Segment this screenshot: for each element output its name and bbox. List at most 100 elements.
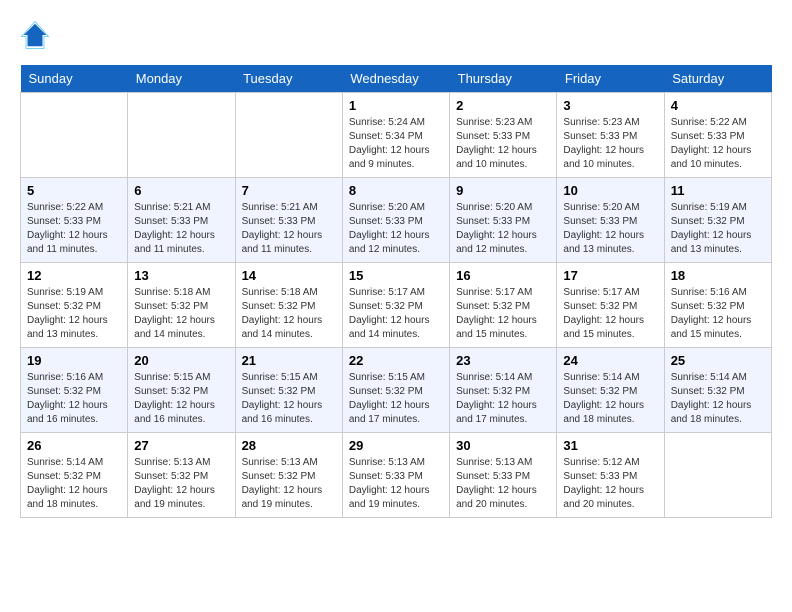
calendar-cell: 7 Sunrise: 5:21 AM Sunset: 5:33 PM Daylig… xyxy=(235,178,342,263)
calendar-cell: 5 Sunrise: 5:22 AM Sunset: 5:33 PM Daylig… xyxy=(21,178,128,263)
calendar-cell: 1 Sunrise: 5:24 AM Sunset: 5:34 PM Daylig… xyxy=(342,93,449,178)
day-number: 11 xyxy=(671,183,765,198)
day-info: Sunrise: 5:13 AM Sunset: 5:32 PM Dayligh… xyxy=(134,456,228,512)
day-number: 5 xyxy=(27,183,121,198)
day-number: 9 xyxy=(456,183,550,198)
calendar-cell: 13 Sunrise: 5:18 AM Sunset: 5:32 PM Dayli… xyxy=(128,263,235,348)
calendar-cell: 23Sunrise: 5:14 AM Sunset: 5:32 PM Dayli… xyxy=(450,348,557,433)
calendar-week-row: 1 Sunrise: 5:24 AM Sunset: 5:34 PM Daylig… xyxy=(21,93,772,178)
day-info: Sunrise: 5:18 AM Sunset: 5:32 PM Dayligh… xyxy=(242,286,336,342)
calendar-header-row: SundayMondayTuesdayWednesdayThursdayFrid… xyxy=(21,65,772,93)
calendar-cell xyxy=(235,93,342,178)
day-number: 7 xyxy=(242,183,336,198)
calendar-cell: 28 Sunrise: 5:13 AM Sunset: 5:32 PM Dayli… xyxy=(235,433,342,518)
day-info: Sunrise: 5:18 AM Sunset: 5:32 PM Dayligh… xyxy=(134,286,228,342)
day-info: Sunrise: 5:13 AM Sunset: 5:32 PM Dayligh… xyxy=(242,456,336,512)
calendar-cell: 31 Sunrise: 5:12 AM Sunset: 5:33 PM Dayli… xyxy=(557,433,664,518)
day-number: 15 xyxy=(349,268,443,283)
day-of-week-header: Wednesday xyxy=(342,65,449,93)
day-number: 20 xyxy=(134,353,228,368)
calendar-cell: 16Sunrise: 5:17 AM Sunset: 5:32 PM Dayli… xyxy=(450,263,557,348)
calendar-cell: 10Sunrise: 5:20 AM Sunset: 5:33 PM Dayli… xyxy=(557,178,664,263)
day-info: Sunrise: 5:20 AM Sunset: 5:33 PM Dayligh… xyxy=(456,201,550,257)
calendar-cell: 25 Sunrise: 5:14 AM Sunset: 5:32 PM Dayli… xyxy=(664,348,771,433)
day-number: 28 xyxy=(242,438,336,453)
day-number: 4 xyxy=(671,98,765,113)
day-of-week-header: Sunday xyxy=(21,65,128,93)
calendar-cell: 21 Sunrise: 5:15 AM Sunset: 5:32 PM Dayli… xyxy=(235,348,342,433)
day-number: 10 xyxy=(563,183,657,198)
day-info: Sunrise: 5:21 AM Sunset: 5:33 PM Dayligh… xyxy=(242,201,336,257)
calendar-cell: 4 Sunrise: 5:22 AM Sunset: 5:33 PM Daylig… xyxy=(664,93,771,178)
day-info: Sunrise: 5:16 AM Sunset: 5:32 PM Dayligh… xyxy=(27,371,121,427)
day-of-week-header: Tuesday xyxy=(235,65,342,93)
day-number: 6 xyxy=(134,183,228,198)
calendar-cell: 9 Sunrise: 5:20 AM Sunset: 5:33 PM Daylig… xyxy=(450,178,557,263)
day-info: Sunrise: 5:17 AM Sunset: 5:32 PM Dayligh… xyxy=(563,286,657,342)
logo xyxy=(20,20,54,50)
calendar-cell: 6 Sunrise: 5:21 AM Sunset: 5:33 PM Daylig… xyxy=(128,178,235,263)
calendar-week-row: 5 Sunrise: 5:22 AM Sunset: 5:33 PM Daylig… xyxy=(21,178,772,263)
day-info: Sunrise: 5:19 AM Sunset: 5:32 PM Dayligh… xyxy=(27,286,121,342)
calendar-cell: 26 Sunrise: 5:14 AM Sunset: 5:32 PM Dayli… xyxy=(21,433,128,518)
calendar-cell: 11 Sunrise: 5:19 AM Sunset: 5:32 PM Dayli… xyxy=(664,178,771,263)
page-header xyxy=(20,20,772,50)
day-info: Sunrise: 5:21 AM Sunset: 5:33 PM Dayligh… xyxy=(134,201,228,257)
day-of-week-header: Monday xyxy=(128,65,235,93)
calendar-cell: 22Sunrise: 5:15 AM Sunset: 5:32 PM Dayli… xyxy=(342,348,449,433)
calendar-cell: 8Sunrise: 5:20 AM Sunset: 5:33 PM Daylig… xyxy=(342,178,449,263)
logo-icon xyxy=(20,20,50,50)
day-info: Sunrise: 5:23 AM Sunset: 5:33 PM Dayligh… xyxy=(456,116,550,172)
day-info: Sunrise: 5:19 AM Sunset: 5:32 PM Dayligh… xyxy=(671,201,765,257)
calendar-cell: 19 Sunrise: 5:16 AM Sunset: 5:32 PM Dayli… xyxy=(21,348,128,433)
calendar-cell: 29 Sunrise: 5:13 AM Sunset: 5:33 PM Dayli… xyxy=(342,433,449,518)
day-number: 8 xyxy=(349,183,443,198)
day-info: Sunrise: 5:22 AM Sunset: 5:33 PM Dayligh… xyxy=(671,116,765,172)
day-info: Sunrise: 5:24 AM Sunset: 5:34 PM Dayligh… xyxy=(349,116,443,172)
day-number: 21 xyxy=(242,353,336,368)
day-number: 27 xyxy=(134,438,228,453)
day-info: Sunrise: 5:14 AM Sunset: 5:32 PM Dayligh… xyxy=(563,371,657,427)
day-of-week-header: Saturday xyxy=(664,65,771,93)
day-info: Sunrise: 5:17 AM Sunset: 5:32 PM Dayligh… xyxy=(349,286,443,342)
calendar-cell: 12 Sunrise: 5:19 AM Sunset: 5:32 PM Dayli… xyxy=(21,263,128,348)
day-number: 31 xyxy=(563,438,657,453)
calendar-cell xyxy=(21,93,128,178)
day-number: 14 xyxy=(242,268,336,283)
day-number: 3 xyxy=(563,98,657,113)
day-info: Sunrise: 5:15 AM Sunset: 5:32 PM Dayligh… xyxy=(349,371,443,427)
day-number: 13 xyxy=(134,268,228,283)
calendar-cell: 2 Sunrise: 5:23 AM Sunset: 5:33 PM Daylig… xyxy=(450,93,557,178)
day-number: 17 xyxy=(563,268,657,283)
day-number: 24 xyxy=(563,353,657,368)
day-info: Sunrise: 5:17 AM Sunset: 5:32 PM Dayligh… xyxy=(456,286,550,342)
day-of-week-header: Thursday xyxy=(450,65,557,93)
calendar-week-row: 19 Sunrise: 5:16 AM Sunset: 5:32 PM Dayli… xyxy=(21,348,772,433)
calendar-cell: 30 Sunrise: 5:13 AM Sunset: 5:33 PM Dayli… xyxy=(450,433,557,518)
calendar-cell xyxy=(664,433,771,518)
day-info: Sunrise: 5:23 AM Sunset: 5:33 PM Dayligh… xyxy=(563,116,657,172)
day-info: Sunrise: 5:14 AM Sunset: 5:32 PM Dayligh… xyxy=(671,371,765,427)
day-info: Sunrise: 5:12 AM Sunset: 5:33 PM Dayligh… xyxy=(563,456,657,512)
day-number: 26 xyxy=(27,438,121,453)
calendar-table: SundayMondayTuesdayWednesdayThursdayFrid… xyxy=(20,65,772,518)
day-info: Sunrise: 5:13 AM Sunset: 5:33 PM Dayligh… xyxy=(349,456,443,512)
day-number: 2 xyxy=(456,98,550,113)
day-number: 25 xyxy=(671,353,765,368)
day-info: Sunrise: 5:15 AM Sunset: 5:32 PM Dayligh… xyxy=(242,371,336,427)
day-number: 19 xyxy=(27,353,121,368)
day-number: 18 xyxy=(671,268,765,283)
calendar-week-row: 12 Sunrise: 5:19 AM Sunset: 5:32 PM Dayli… xyxy=(21,263,772,348)
day-number: 30 xyxy=(456,438,550,453)
calendar-cell: 27 Sunrise: 5:13 AM Sunset: 5:32 PM Dayli… xyxy=(128,433,235,518)
day-number: 1 xyxy=(349,98,443,113)
calendar-cell: 18Sunrise: 5:16 AM Sunset: 5:32 PM Dayli… xyxy=(664,263,771,348)
calendar-cell: 3 Sunrise: 5:23 AM Sunset: 5:33 PM Daylig… xyxy=(557,93,664,178)
day-info: Sunrise: 5:14 AM Sunset: 5:32 PM Dayligh… xyxy=(27,456,121,512)
day-number: 29 xyxy=(349,438,443,453)
day-number: 12 xyxy=(27,268,121,283)
calendar-cell: 24 Sunrise: 5:14 AM Sunset: 5:32 PM Dayli… xyxy=(557,348,664,433)
day-info: Sunrise: 5:15 AM Sunset: 5:32 PM Dayligh… xyxy=(134,371,228,427)
day-info: Sunrise: 5:13 AM Sunset: 5:33 PM Dayligh… xyxy=(456,456,550,512)
day-info: Sunrise: 5:22 AM Sunset: 5:33 PM Dayligh… xyxy=(27,201,121,257)
